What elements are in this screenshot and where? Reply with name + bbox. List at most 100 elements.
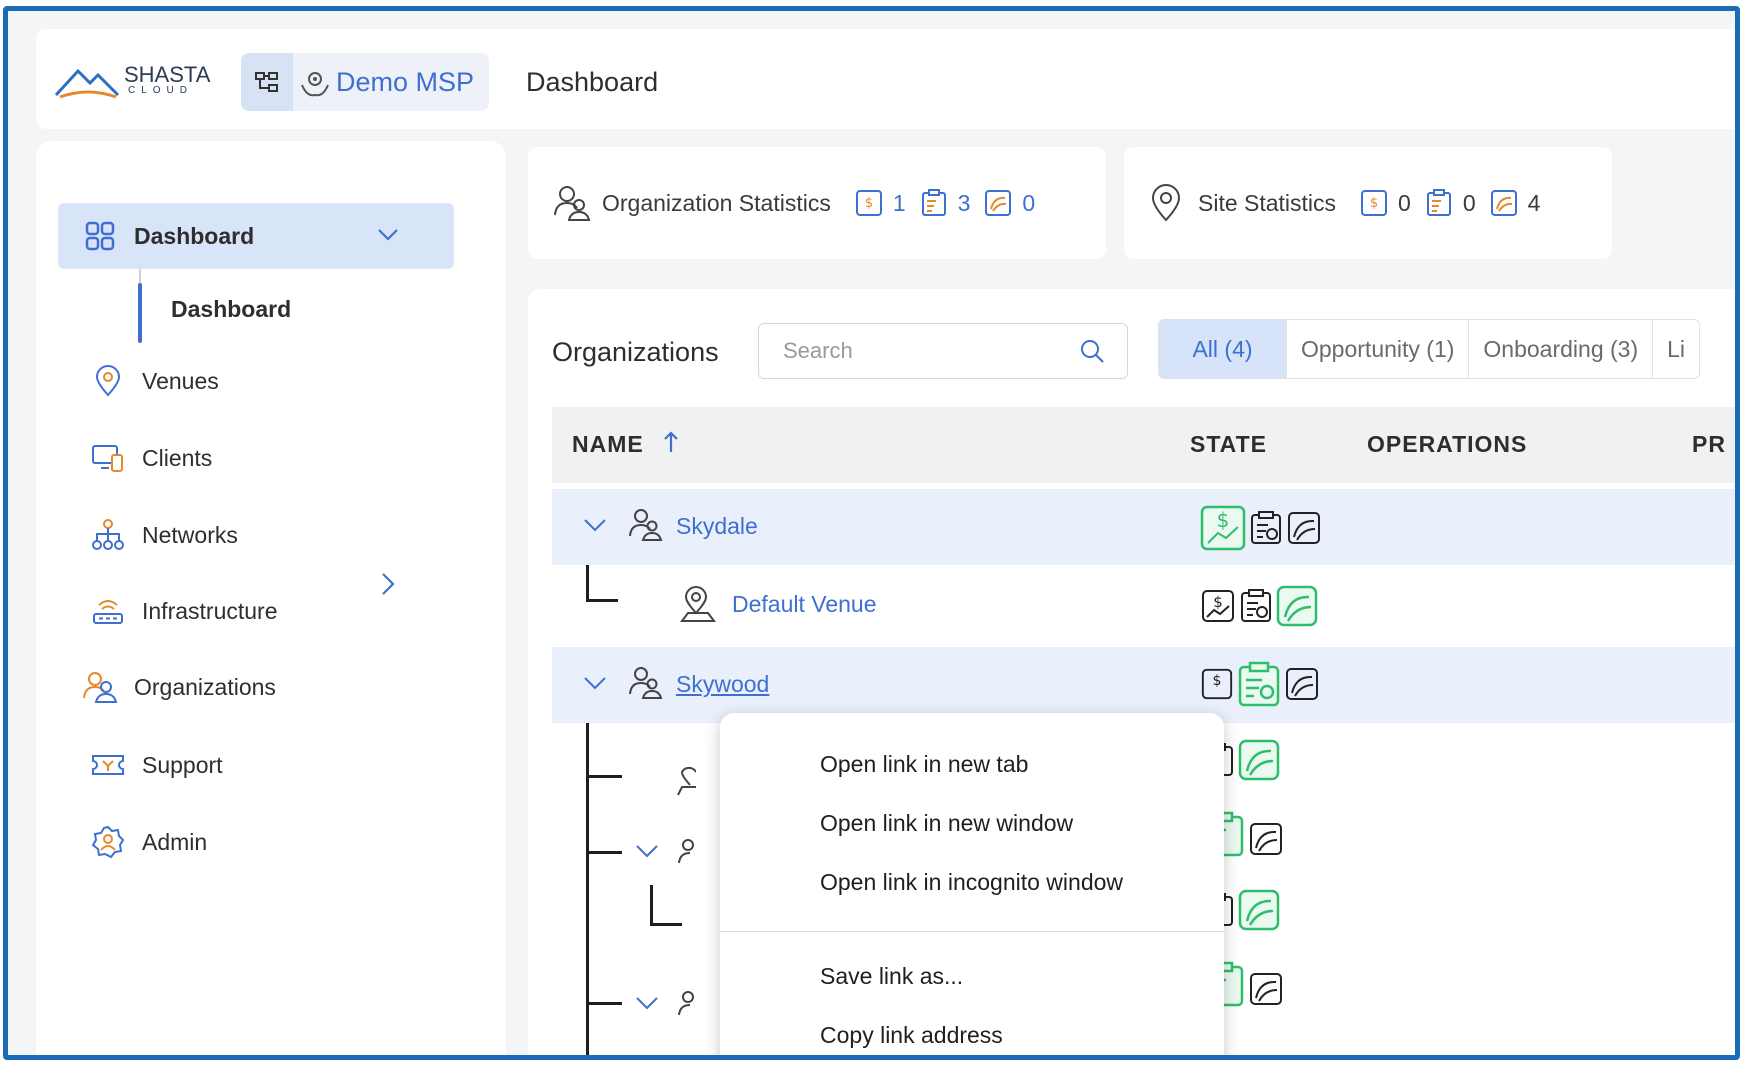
column-name[interactable]: NAME [572, 431, 644, 458]
onboarding-state-icon[interactable] [1238, 588, 1274, 624]
msp-label: Demo MSP [336, 67, 475, 97]
submenu-line [139, 269, 141, 283]
org-onboarding-count: 3 [957, 189, 971, 216]
sidebar-subitem-dashboard[interactable]: Dashboard [171, 296, 291, 323]
sidebar-item-admin[interactable]: Admin [88, 822, 207, 862]
table-header: NAME STATE OPERATIONS PR [552, 407, 1735, 483]
sidebar-item-dashboard[interactable]: Dashboard [58, 203, 454, 269]
msp-selector[interactable]: Demo MSP [241, 53, 489, 111]
svg-text:$: $ [1213, 593, 1223, 611]
opportunity-icon: $ [855, 190, 882, 216]
org-live-count: 0 [1022, 189, 1036, 216]
sidebar-item-label: Infrastructure [142, 597, 278, 624]
tab-all[interactable]: All (4) [1159, 320, 1287, 378]
tree-connector [650, 885, 653, 925]
shasta-logo[interactable]: SHASTA CLOUD [54, 62, 210, 106]
org-name-link[interactable]: Skywood [676, 671, 769, 698]
sidebar-item-label: Organizations [134, 673, 276, 700]
org-opportunity-count: 1 [892, 189, 906, 216]
organization-hands-icon [301, 72, 329, 97]
tab-live[interactable]: Li [1653, 320, 1699, 378]
live-state-active-icon[interactable] [1276, 585, 1318, 627]
sidebar-item-support[interactable]: Support [88, 745, 223, 785]
sidebar-item-label: Venues [142, 367, 219, 394]
state-filter-tabs: All (4) Opportunity (1) Onboarding (3) L… [1158, 319, 1701, 379]
table-row[interactable]: Skywood $ [552, 647, 1735, 723]
onboarding-state-icon[interactable] [1248, 510, 1284, 546]
app-frame: SHASTA CLOUD Demo MSP Dashboard Dashboar… [3, 6, 1740, 1060]
column-provider[interactable]: PR [1692, 431, 1726, 458]
sidebar-item-infrastructure[interactable]: Infrastructure [88, 591, 278, 631]
live-state-active-icon[interactable] [1238, 889, 1280, 931]
admin-gear-icon [88, 822, 128, 862]
chevron-down-icon[interactable] [582, 673, 608, 693]
column-state[interactable]: STATE [1190, 431, 1267, 458]
menu-item-copy-link[interactable]: Copy link address [820, 1022, 1003, 1049]
org-stats-label: Organization Statistics [602, 189, 831, 216]
brand-sub: CLOUD [128, 85, 194, 96]
opportunity-state-icon[interactable]: $ [1200, 667, 1234, 701]
tree-connector [586, 723, 589, 1055]
sidebar-item-organizations[interactable]: Organizations [80, 667, 276, 707]
organization-icon [678, 839, 694, 864]
location-pin-icon [88, 361, 128, 401]
organization-icon [629, 509, 663, 541]
live-state-icon[interactable] [1284, 666, 1320, 702]
search-icon[interactable] [1079, 338, 1105, 364]
chevron-down-icon[interactable] [634, 993, 660, 1013]
sidebar-item-label: Clients [142, 444, 213, 471]
submenu-active-indicator [138, 283, 142, 343]
hierarchy-icon[interactable] [241, 53, 293, 111]
sidebar-item-clients[interactable]: Clients [88, 438, 212, 478]
sidebar-item-label: Dashboard [134, 222, 255, 249]
chevron-down-icon[interactable] [376, 225, 400, 245]
menu-item-open-new-window[interactable]: Open link in new window [820, 810, 1073, 837]
svg-text:$: $ [1212, 673, 1221, 689]
live-state-icon[interactable] [1248, 821, 1284, 857]
users-icon [80, 667, 120, 707]
devices-icon [88, 438, 128, 478]
venue-icon [677, 766, 696, 796]
onboarding-state-active-icon[interactable] [1236, 661, 1282, 707]
search-input[interactable]: Search [758, 323, 1128, 379]
sort-ascending-icon[interactable] [662, 429, 680, 455]
site-opportunity-count: 0 [1398, 189, 1411, 216]
access-point-icon [88, 591, 128, 631]
svg-text:$: $ [865, 196, 873, 211]
organization-statistics-card: Organization Statistics $ 1 3 0 [528, 147, 1106, 259]
sidebar-item-label: Admin [142, 828, 208, 855]
live-state-active-icon[interactable] [1238, 739, 1280, 781]
venue-name-link[interactable]: Default Venue [732, 591, 877, 618]
chevron-right-icon[interactable] [378, 571, 398, 597]
tab-onboarding[interactable]: Onboarding (3) [1469, 320, 1654, 378]
table-row[interactable]: Skydale $ [552, 489, 1735, 565]
live-state-icon[interactable] [1286, 510, 1322, 546]
tree-connector [650, 923, 682, 926]
support-icon [88, 745, 128, 785]
menu-item-open-incognito[interactable]: Open link in incognito window [820, 869, 1123, 896]
column-operations[interactable]: OPERATIONS [1367, 431, 1527, 458]
opportunity-state-icon[interactable]: $ [1200, 505, 1246, 551]
context-menu: Open link in new tab Open link in new wi… [720, 713, 1224, 1055]
live-state-icon[interactable] [1248, 971, 1284, 1007]
table-row[interactable]: Default Venue $ [552, 565, 1735, 645]
sidebar-item-venues[interactable]: Venues [88, 361, 219, 401]
menu-item-save-link[interactable]: Save link as... [820, 963, 963, 990]
menu-item-open-new-tab[interactable]: Open link in new tab [820, 751, 1028, 778]
network-icon [88, 515, 128, 555]
org-name-link[interactable]: Skydale [676, 513, 758, 540]
sidebar-item-networks[interactable]: Networks [88, 515, 238, 555]
tree-connector [586, 775, 622, 778]
organizations-title: Organizations [552, 337, 719, 367]
tab-opportunity[interactable]: Opportunity (1) [1287, 320, 1470, 378]
onboarding-icon [1426, 189, 1451, 216]
users-icon [554, 186, 591, 221]
search-placeholder: Search [783, 338, 853, 363]
chevron-down-icon[interactable] [582, 515, 608, 535]
chevron-down-icon[interactable] [634, 841, 660, 861]
opportunity-icon: $ [1361, 190, 1388, 216]
opportunity-state-icon[interactable]: $ [1200, 588, 1236, 624]
sidebar-item-label: Support [142, 751, 223, 778]
sidebar: Dashboard Dashboard Venues Clients Netwo… [36, 141, 506, 1055]
sidebar-item-label: Networks [142, 521, 238, 548]
